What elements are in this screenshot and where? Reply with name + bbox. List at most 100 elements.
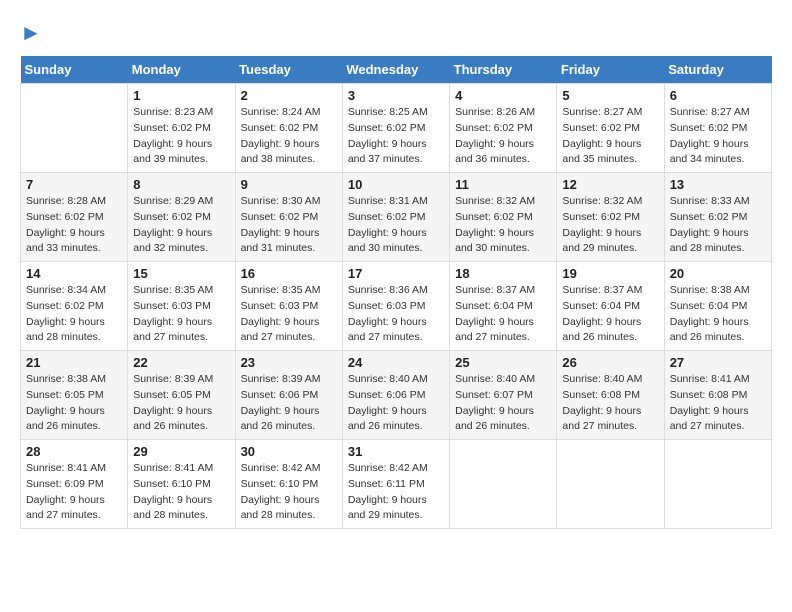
day-info: Sunrise: 8:40 AM Sunset: 6:06 PM Dayligh…	[348, 372, 444, 435]
calendar-cell: 19 Sunrise: 8:37 AM Sunset: 6:04 PM Dayli…	[557, 262, 664, 351]
day-number: 8	[133, 177, 229, 192]
calendar-cell	[557, 440, 664, 529]
header-cell-monday: Monday	[128, 56, 235, 84]
day-info: Sunrise: 8:33 AM Sunset: 6:02 PM Dayligh…	[670, 194, 766, 257]
day-info: Sunrise: 8:35 AM Sunset: 6:03 PM Dayligh…	[241, 283, 337, 346]
day-info: Sunrise: 8:28 AM Sunset: 6:02 PM Dayligh…	[26, 194, 122, 257]
day-info: Sunrise: 8:32 AM Sunset: 6:02 PM Dayligh…	[455, 194, 551, 257]
day-info: Sunrise: 8:27 AM Sunset: 6:02 PM Dayligh…	[670, 105, 766, 168]
calendar-body: 1 Sunrise: 8:23 AM Sunset: 6:02 PM Daylig…	[21, 84, 772, 529]
calendar-cell: 3 Sunrise: 8:25 AM Sunset: 6:02 PM Daylig…	[342, 84, 449, 173]
day-number: 12	[562, 177, 658, 192]
calendar-cell: 15Sunrise: 8:35 AM Sunset: 6:03 PM Dayli…	[128, 262, 235, 351]
day-number: 6	[670, 88, 766, 103]
day-number: 25	[455, 355, 551, 370]
calendar-cell: 14 Sunrise: 8:34 AM Sunset: 6:02 PM Dayli…	[21, 262, 128, 351]
day-number: 14	[26, 266, 122, 281]
header-cell-thursday: Thursday	[450, 56, 557, 84]
calendar-cell: 31 Sunrise: 8:42 AM Sunset: 6:11 PM Dayli…	[342, 440, 449, 529]
day-number: 28	[26, 444, 122, 459]
calendar-week-3: 14 Sunrise: 8:34 AM Sunset: 6:02 PM Dayli…	[21, 262, 772, 351]
calendar-cell	[664, 440, 771, 529]
day-number: 2	[241, 88, 337, 103]
day-info: Sunrise: 8:27 AM Sunset: 6:02 PM Dayligh…	[562, 105, 658, 168]
calendar-cell: 6 Sunrise: 8:27 AM Sunset: 6:02 PM Daylig…	[664, 84, 771, 173]
day-info: Sunrise: 8:37 AM Sunset: 6:04 PM Dayligh…	[562, 283, 658, 346]
calendar-cell: 24Sunrise: 8:40 AM Sunset: 6:06 PM Dayli…	[342, 351, 449, 440]
calendar-cell: 27 Sunrise: 8:41 AM Sunset: 6:08 PM Dayli…	[664, 351, 771, 440]
header-cell-friday: Friday	[557, 56, 664, 84]
calendar-cell: 30 Sunrise: 8:42 AM Sunset: 6:10 PM Dayli…	[235, 440, 342, 529]
header-cell-tuesday: Tuesday	[235, 56, 342, 84]
page-header: ►	[20, 20, 772, 46]
day-number: 3	[348, 88, 444, 103]
calendar-cell: 10 Sunrise: 8:31 AM Sunset: 6:02 PM Dayli…	[342, 173, 449, 262]
day-number: 19	[562, 266, 658, 281]
day-info: Sunrise: 8:41 AM Sunset: 6:08 PM Dayligh…	[670, 372, 766, 435]
header-cell-saturday: Saturday	[664, 56, 771, 84]
day-info: Sunrise: 8:38 AM Sunset: 6:05 PM Dayligh…	[26, 372, 122, 435]
calendar-header: SundayMondayTuesdayWednesdayThursdayFrid…	[21, 56, 772, 84]
day-number: 9	[241, 177, 337, 192]
calendar-cell: 1 Sunrise: 8:23 AM Sunset: 6:02 PM Daylig…	[128, 84, 235, 173]
calendar-cell: 17 Sunrise: 8:36 AM Sunset: 6:03 PM Dayli…	[342, 262, 449, 351]
calendar-cell: 28 Sunrise: 8:41 AM Sunset: 6:09 PM Dayli…	[21, 440, 128, 529]
day-info: Sunrise: 8:23 AM Sunset: 6:02 PM Dayligh…	[133, 105, 229, 168]
day-number: 23	[241, 355, 337, 370]
day-number: 13	[670, 177, 766, 192]
day-info: Sunrise: 8:40 AM Sunset: 6:08 PM Dayligh…	[562, 372, 658, 435]
day-number: 16	[241, 266, 337, 281]
calendar-cell: 22 Sunrise: 8:39 AM Sunset: 6:05 PM Dayli…	[128, 351, 235, 440]
day-info: Sunrise: 8:31 AM Sunset: 6:02 PM Dayligh…	[348, 194, 444, 257]
day-number: 31	[348, 444, 444, 459]
calendar-cell: 29Sunrise: 8:41 AM Sunset: 6:10 PM Dayli…	[128, 440, 235, 529]
calendar-cell: 18Sunrise: 8:37 AM Sunset: 6:04 PM Dayli…	[450, 262, 557, 351]
day-number: 11	[455, 177, 551, 192]
calendar-cell: 12Sunrise: 8:32 AM Sunset: 6:02 PM Dayli…	[557, 173, 664, 262]
calendar-cell: 4Sunrise: 8:26 AM Sunset: 6:02 PM Daylig…	[450, 84, 557, 173]
day-number: 1	[133, 88, 229, 103]
day-number: 5	[562, 88, 658, 103]
calendar-week-5: 28 Sunrise: 8:41 AM Sunset: 6:09 PM Dayli…	[21, 440, 772, 529]
calendar-cell	[21, 84, 128, 173]
calendar-table: SundayMondayTuesdayWednesdayThursdayFrid…	[20, 56, 772, 529]
day-number: 29	[133, 444, 229, 459]
calendar-cell: 2 Sunrise: 8:24 AM Sunset: 6:02 PM Daylig…	[235, 84, 342, 173]
calendar-cell: 25 Sunrise: 8:40 AM Sunset: 6:07 PM Dayli…	[450, 351, 557, 440]
day-info: Sunrise: 8:41 AM Sunset: 6:09 PM Dayligh…	[26, 461, 122, 524]
calendar-cell: 9 Sunrise: 8:30 AM Sunset: 6:02 PM Daylig…	[235, 173, 342, 262]
day-number: 27	[670, 355, 766, 370]
day-number: 22	[133, 355, 229, 370]
calendar-week-1: 1 Sunrise: 8:23 AM Sunset: 6:02 PM Daylig…	[21, 84, 772, 173]
day-info: Sunrise: 8:38 AM Sunset: 6:04 PM Dayligh…	[670, 283, 766, 346]
header-row: SundayMondayTuesdayWednesdayThursdayFrid…	[21, 56, 772, 84]
day-info: Sunrise: 8:39 AM Sunset: 6:06 PM Dayligh…	[241, 372, 337, 435]
day-number: 4	[455, 88, 551, 103]
day-info: Sunrise: 8:42 AM Sunset: 6:11 PM Dayligh…	[348, 461, 444, 524]
day-info: Sunrise: 8:30 AM Sunset: 6:02 PM Dayligh…	[241, 194, 337, 257]
logo: ►	[20, 20, 42, 46]
calendar-cell: 11 Sunrise: 8:32 AM Sunset: 6:02 PM Dayli…	[450, 173, 557, 262]
day-number: 7	[26, 177, 122, 192]
calendar-week-2: 7 Sunrise: 8:28 AM Sunset: 6:02 PM Daylig…	[21, 173, 772, 262]
day-number: 20	[670, 266, 766, 281]
day-info: Sunrise: 8:37 AM Sunset: 6:04 PM Dayligh…	[455, 283, 551, 346]
calendar-cell: 13 Sunrise: 8:33 AM Sunset: 6:02 PM Dayli…	[664, 173, 771, 262]
day-info: Sunrise: 8:34 AM Sunset: 6:02 PM Dayligh…	[26, 283, 122, 346]
day-info: Sunrise: 8:36 AM Sunset: 6:03 PM Dayligh…	[348, 283, 444, 346]
day-info: Sunrise: 8:40 AM Sunset: 6:07 PM Dayligh…	[455, 372, 551, 435]
day-number: 17	[348, 266, 444, 281]
calendar-cell: 16 Sunrise: 8:35 AM Sunset: 6:03 PM Dayli…	[235, 262, 342, 351]
calendar-cell: 7 Sunrise: 8:28 AM Sunset: 6:02 PM Daylig…	[21, 173, 128, 262]
calendar-cell: 26Sunrise: 8:40 AM Sunset: 6:08 PM Dayli…	[557, 351, 664, 440]
calendar-cell: 21Sunrise: 8:38 AM Sunset: 6:05 PM Dayli…	[21, 351, 128, 440]
day-number: 10	[348, 177, 444, 192]
day-info: Sunrise: 8:42 AM Sunset: 6:10 PM Dayligh…	[241, 461, 337, 524]
calendar-week-4: 21Sunrise: 8:38 AM Sunset: 6:05 PM Dayli…	[21, 351, 772, 440]
day-info: Sunrise: 8:24 AM Sunset: 6:02 PM Dayligh…	[241, 105, 337, 168]
day-info: Sunrise: 8:25 AM Sunset: 6:02 PM Dayligh…	[348, 105, 444, 168]
day-info: Sunrise: 8:35 AM Sunset: 6:03 PM Dayligh…	[133, 283, 229, 346]
header-cell-wednesday: Wednesday	[342, 56, 449, 84]
day-info: Sunrise: 8:39 AM Sunset: 6:05 PM Dayligh…	[133, 372, 229, 435]
day-number: 30	[241, 444, 337, 459]
